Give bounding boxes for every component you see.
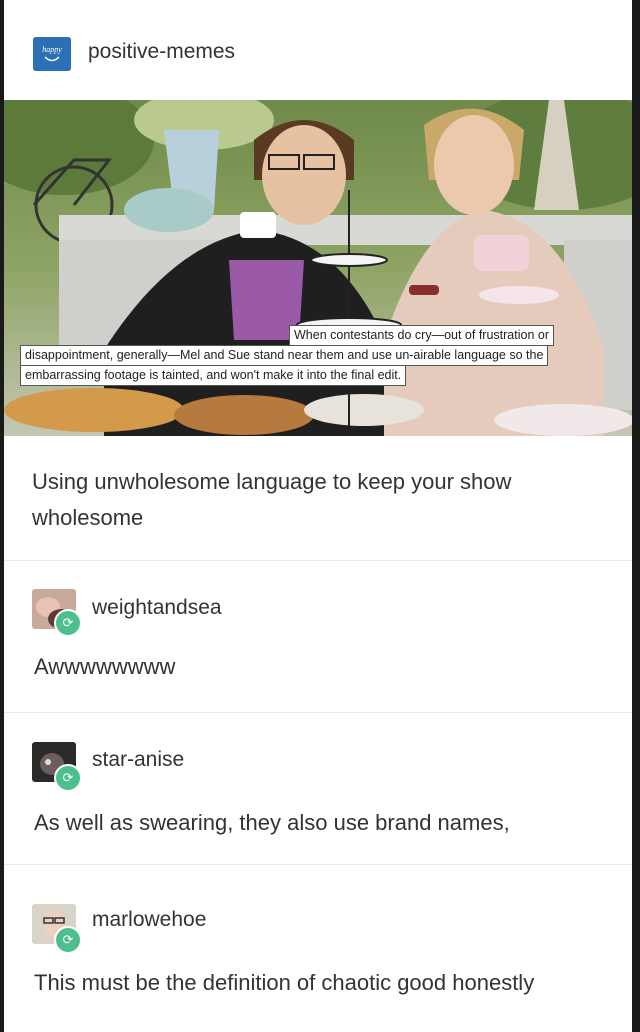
reblog-item: ⟳ marlowehoe This must be the definition…: [4, 864, 632, 1032]
reblog-icon: ⟳: [54, 609, 82, 637]
reblog-text: As well as swearing, they also use brand…: [34, 810, 510, 835]
reblog-text: This must be the definition of chaotic g…: [34, 970, 535, 995]
blog-name[interactable]: positive-memes: [88, 40, 235, 64]
reblog-icon: ⟳: [54, 764, 82, 792]
post-body-text: Using unwholesome language to keep your …: [32, 469, 512, 530]
tumblr-post: happy positive-memes When contestants do…: [4, 0, 632, 1032]
blog-avatar-text: happy: [42, 45, 62, 54]
caption-line-2: disappointment, generally—Mel and Sue st…: [20, 345, 549, 366]
reblog-text: Awwwwwwww: [34, 654, 176, 679]
blog-avatar[interactable]: happy: [33, 37, 71, 71]
caption-line-1: When contestants do cry—out of frustrati…: [289, 325, 554, 346]
username[interactable]: marlowehoe: [92, 908, 206, 932]
reblog-icon: ⟳: [54, 926, 82, 954]
post-photo: When contestants do cry—out of frustrati…: [4, 100, 632, 436]
username[interactable]: weightandsea: [92, 596, 222, 620]
post-header: happy positive-memes: [4, 0, 632, 101]
caption-line-3: embarrassing footage is tainted, and won…: [20, 365, 407, 386]
reblog-item: ⟳ weightandsea Awwwwwwww: [4, 560, 632, 712]
photo-caption: When contestants do cry—out of frustrati…: [20, 325, 628, 386]
reblog-item: ⟳ star-anise As well as swearing, they a…: [4, 712, 632, 864]
username[interactable]: star-anise: [92, 748, 184, 772]
